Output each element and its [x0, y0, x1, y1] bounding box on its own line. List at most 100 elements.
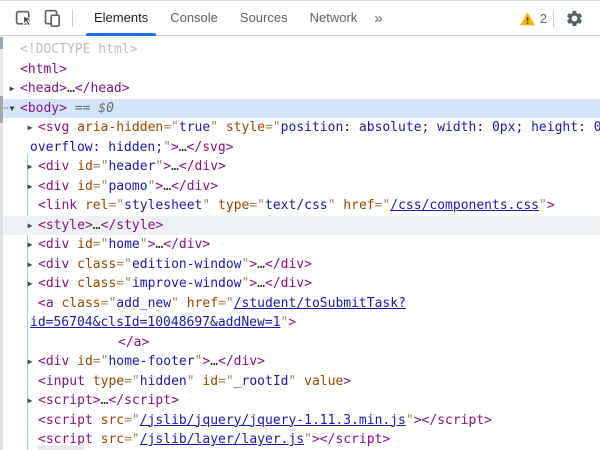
code-token: =": [218, 374, 234, 389]
code-token: header: [108, 159, 155, 174]
tree-row[interactable]: <input type="hidden" id="_rootId" value>: [0, 372, 600, 392]
tab-network[interactable]: Network: [299, 1, 369, 36]
code-token: <body>: [20, 101, 67, 116]
expand-arrow-icon[interactable]: ▶: [6, 79, 18, 99]
tree-row[interactable]: ▶<div id="paomo">…</div>: [0, 177, 600, 197]
tree-row[interactable]: <html>: [0, 60, 600, 80]
code-token: src: [101, 413, 124, 428]
code-token: =": [101, 296, 117, 311]
active-tab-underline: [86, 33, 156, 36]
expand-arrow-icon[interactable]: ▶: [24, 352, 36, 372]
tree-row[interactable]: ▶<script>…</script>: [0, 391, 600, 411]
tree-row[interactable]: ▶<div class="improve-window">…</div>: [0, 274, 600, 294]
gear-icon: [565, 9, 584, 28]
inspect-element-button[interactable]: [10, 3, 38, 33]
tree-row[interactable]: ▶<head>…</head>: [0, 79, 600, 99]
warning-icon: [519, 11, 536, 26]
code-token: …: [210, 354, 218, 369]
code-token: [69, 276, 77, 291]
tree-row[interactable]: <script src="/jslib/layer/layer.js"></sc…: [0, 430, 600, 450]
code-token: [218, 120, 226, 135]
code-token: <html>: [20, 62, 67, 77]
dom-tree: <!DOCTYPE html> <html> ▶<head>…</head>⋯▼<b…: [0, 37, 600, 450]
expand-arrow-icon[interactable]: ▶: [24, 177, 36, 197]
code-token: home-footer: [108, 354, 194, 369]
warning-count: 2: [540, 11, 547, 26]
tab-label: Network: [310, 10, 358, 25]
expand-arrow-icon[interactable]: ▶: [24, 118, 36, 138]
tree-row[interactable]: <!DOCTYPE html>: [0, 40, 600, 60]
expand-arrow-icon[interactable]: ▶: [24, 255, 36, 275]
code-token: aria-hidden: [77, 120, 163, 135]
warnings-indicator[interactable]: 2: [519, 11, 547, 26]
settings-button[interactable]: [560, 3, 588, 33]
tree-row[interactable]: <link rel="stylesheet" type="text/css" h…: [0, 196, 600, 216]
tab-sources[interactable]: Sources: [229, 1, 299, 36]
expand-arrow-icon[interactable]: ▶: [24, 216, 36, 236]
code-token: >: [163, 159, 171, 174]
code-token: </script>: [422, 413, 492, 428]
tree-row[interactable]: ▶<style>…</style>: [0, 216, 600, 236]
tree-row[interactable]: <script src="/jslib/jquery/jquery-1.11.3…: [0, 411, 600, 431]
device-toolbar-button[interactable]: [38, 3, 66, 33]
tree-row[interactable]: ▶<div id="home">…</div>: [0, 235, 600, 255]
code-token: <script: [38, 413, 93, 428]
code-token: ": [304, 432, 312, 447]
tree-row[interactable]: ▶<div id="home-footer">…</div>: [0, 352, 600, 372]
expand-arrow-icon[interactable]: ▶: [24, 391, 36, 411]
code-token: ": [539, 198, 547, 213]
code-token: =": [93, 237, 109, 252]
code-token: >: [249, 257, 257, 272]
code-token: id: [202, 374, 218, 389]
code-token: [77, 198, 85, 213]
code-token: id: [77, 179, 93, 194]
expand-arrow-icon[interactable]: ▶: [24, 235, 36, 255]
code-token: =": [93, 159, 109, 174]
code-token: =": [124, 374, 140, 389]
code-token: rel: [85, 198, 108, 213]
tab-console[interactable]: Console: [159, 1, 229, 36]
tab-elements[interactable]: Elements: [83, 1, 159, 36]
code-token: >: [249, 276, 257, 291]
more-tabs-button[interactable]: »: [374, 2, 382, 35]
code-token: …: [257, 276, 265, 291]
tree-row[interactable]: <a class="add_new" href="/student/toSubm…: [0, 294, 600, 314]
code-token: >: [414, 413, 422, 428]
code-token: hidden: [140, 374, 187, 389]
tree-row[interactable]: </a>: [0, 333, 600, 353]
code-token: <div: [38, 276, 69, 291]
code-token: =": [124, 432, 140, 447]
code-token: [93, 413, 101, 428]
tree-row[interactable]: ▶<svg aria-hidden="true" style="position…: [0, 118, 600, 138]
code-token: <style>: [38, 218, 93, 233]
code-token: == $0: [67, 101, 114, 116]
code-token: <input: [38, 374, 85, 389]
code-token: /jslib/layer/layer.js: [140, 432, 304, 447]
code-token: src: [101, 432, 124, 447]
collapse-arrow-icon[interactable]: ▼: [6, 99, 18, 119]
code-token: true: [179, 120, 210, 135]
code-token: ": [406, 413, 414, 428]
code-token: [69, 120, 77, 135]
expand-arrow-icon[interactable]: ▶: [24, 274, 36, 294]
code-token: =": [218, 296, 234, 311]
code-token: [69, 179, 77, 194]
tree-row[interactable]: ▶<div class="edition-window">…</div>: [0, 255, 600, 275]
code-token: style: [226, 120, 265, 135]
code-token: id: [77, 159, 93, 174]
tree-row[interactable]: overflow: hidden;">…</svg>: [0, 138, 600, 158]
code-token: >: [343, 374, 351, 389]
expand-arrow-icon[interactable]: ▶: [24, 157, 36, 177]
tab-label: Elements: [94, 10, 148, 25]
code-token: id: [77, 237, 93, 252]
tree-row[interactable]: ⋯▼<body> == $0: [0, 99, 600, 119]
code-token: improve-window: [132, 276, 242, 291]
code-token: [69, 237, 77, 252]
code-token: <head>: [20, 81, 67, 96]
code-token: =": [116, 257, 132, 272]
tree-row[interactable]: id=56704&clsId=10048697&addNew=1">: [0, 313, 600, 333]
tree-row[interactable]: ▶<div id="header">…</div>: [0, 157, 600, 177]
code-token: …: [257, 257, 265, 272]
code-token: <a: [38, 296, 54, 311]
code-token: <div: [38, 179, 69, 194]
